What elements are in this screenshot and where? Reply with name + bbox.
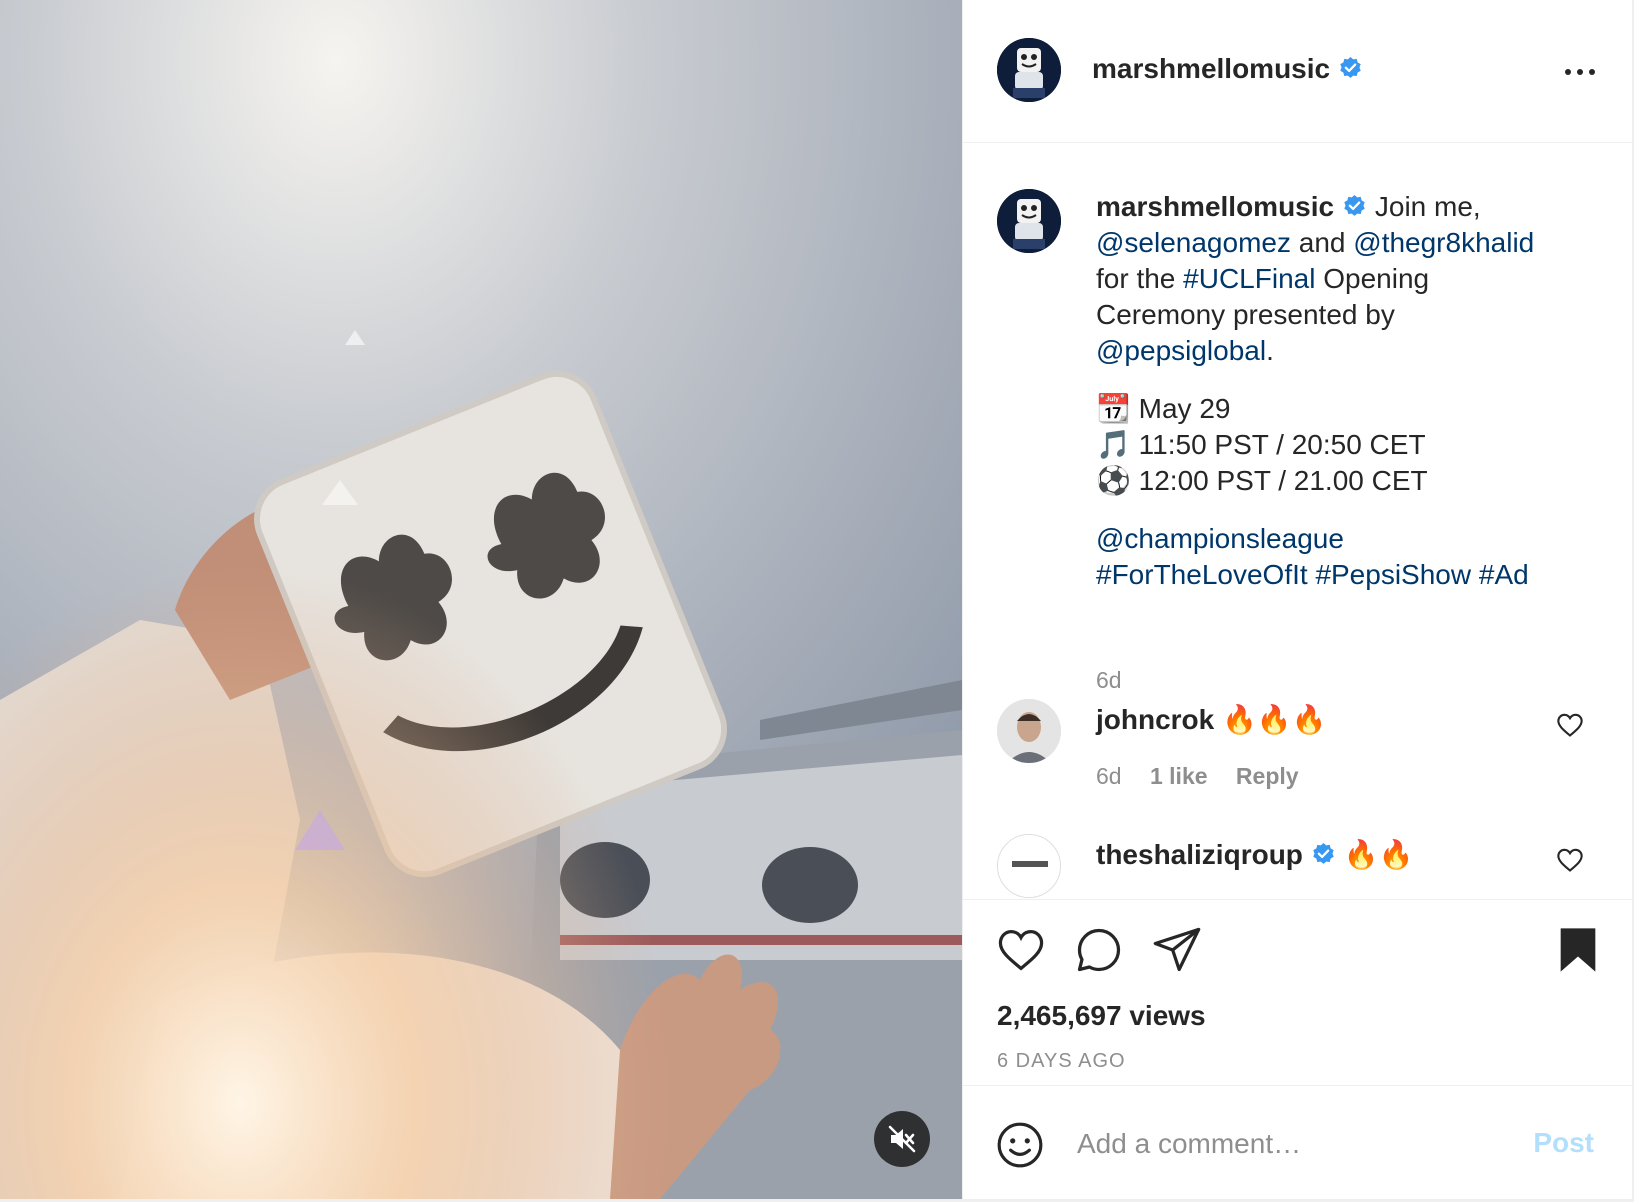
schedule-match-text: 12:00 PST / 21.00 CET xyxy=(1138,465,1428,496)
post-age[interactable]: 6 DAYS AGO xyxy=(997,1050,1126,1073)
schedule-line-date: 📆 May 29 xyxy=(1096,391,1566,427)
commenter-username[interactable]: johncrok xyxy=(1096,704,1214,735)
post-details-panel: marshmellomusic marshmellomusic Join me,… xyxy=(962,0,1632,1199)
comment-likes-count[interactable]: 1 like xyxy=(1150,763,1208,789)
video-frame-illustration xyxy=(0,0,962,1199)
user-avatar-image xyxy=(998,835,1060,897)
caption-word: for the xyxy=(1096,263,1176,294)
emoji-smiley-icon[interactable] xyxy=(995,1120,1045,1170)
views-count[interactable]: 2,465,697 views xyxy=(997,1000,1206,1032)
soccer-ball-icon: ⚽ xyxy=(1096,465,1131,496)
mute-toggle-button[interactable] xyxy=(874,1111,930,1167)
heart-icon[interactable] xyxy=(1556,711,1584,739)
caption-lead: Join me, xyxy=(1374,191,1481,222)
caption-word: and xyxy=(1298,227,1346,258)
author-username-text[interactable]: marshmellomusic xyxy=(1092,53,1330,84)
reply-button[interactable]: Reply xyxy=(1236,763,1299,789)
user-avatar-image xyxy=(997,699,1061,763)
commenter-username[interactable]: theshaliziqroup xyxy=(1096,839,1303,870)
author-username[interactable]: marshmellomusic xyxy=(1092,50,1363,88)
music-note-icon: 🎵 xyxy=(1096,429,1131,460)
mention-link[interactable]: @pepsiglobal xyxy=(1096,335,1266,366)
commenter-avatar[interactable] xyxy=(997,699,1061,763)
comment-body: johncrok 🔥🔥🔥 xyxy=(1096,701,1327,739)
comment-text: 🔥🔥🔥 xyxy=(1222,704,1327,735)
like-heart-icon[interactable] xyxy=(995,924,1047,976)
comments-list[interactable]: marshmellomusic Join me, @selenagomez an… xyxy=(963,144,1632,899)
caption-author-avatar[interactable] xyxy=(997,189,1061,253)
marshmello-avatar-image xyxy=(997,38,1061,102)
add-comment-input[interactable] xyxy=(1075,1116,1495,1172)
more-dot-icon xyxy=(1589,69,1595,75)
hashtag-link[interactable]: #Ad xyxy=(1479,559,1529,590)
calendar-icon: 📆 xyxy=(1096,393,1131,424)
mention-link[interactable]: @championsleague xyxy=(1096,523,1344,554)
caption-timestamp[interactable]: 6d xyxy=(1096,667,1122,694)
hashtag-link[interactable]: #UCLFinal xyxy=(1183,263,1315,294)
caption-word: Ceremony presented by xyxy=(1096,299,1395,330)
hashtag-link[interactable]: #ForTheLoveOfIt xyxy=(1096,559,1308,590)
post-modal-frame: marshmellomusic marshmellomusic Join me,… xyxy=(0,0,1634,1202)
share-paper-plane-icon[interactable] xyxy=(1151,924,1203,976)
verified-badge-icon xyxy=(1340,57,1361,78)
schedule-music-text: 11:50 PST / 20:50 CET xyxy=(1138,429,1426,460)
more-dot-icon xyxy=(1565,69,1571,75)
action-bar: 2,465,697 views 6 DAYS AGO xyxy=(963,899,1632,1085)
bookmark-saved-icon[interactable] xyxy=(1552,924,1604,976)
commenter-avatar[interactable] xyxy=(997,834,1061,898)
more-options-button[interactable] xyxy=(1560,58,1600,86)
muted-speaker-icon xyxy=(888,1125,916,1153)
schedule-line-music: 🎵 11:50 PST / 20:50 CET xyxy=(1096,427,1566,463)
marshmello-avatar-image xyxy=(997,189,1061,253)
mention-link[interactable]: @thegr8khalid xyxy=(1353,227,1534,258)
comment-meta: 6d 1 like Reply xyxy=(1096,763,1321,790)
schedule-line-match: ⚽ 12:00 PST / 21.00 CET xyxy=(1096,463,1566,499)
post-comment-button[interactable]: Post xyxy=(1527,1126,1600,1160)
verified-badge-icon xyxy=(1313,843,1334,864)
caption-text: marshmellomusic Join me, @selenagomez an… xyxy=(1096,189,1566,593)
hashtag-link[interactable]: #PepsiShow xyxy=(1315,559,1471,590)
caption-username[interactable]: marshmellomusic xyxy=(1096,191,1334,222)
comment-timestamp[interactable]: 6d xyxy=(1096,763,1122,789)
verified-badge-icon xyxy=(1344,195,1365,216)
caption-punctuation: . xyxy=(1266,335,1274,366)
comment-body: theshaliziqroup 🔥🔥 xyxy=(1096,836,1413,874)
post-video[interactable] xyxy=(0,0,962,1199)
post-container: marshmellomusic marshmellomusic Join me,… xyxy=(0,0,1632,1199)
schedule-date-text: May 29 xyxy=(1138,393,1231,424)
post-header: marshmellomusic xyxy=(963,0,1632,143)
mention-link[interactable]: @selenagomez xyxy=(1096,227,1291,258)
add-comment-bar: Post xyxy=(963,1085,1632,1199)
comment-bubble-icon[interactable] xyxy=(1073,924,1125,976)
comment-text: 🔥🔥 xyxy=(1343,839,1414,870)
more-dot-icon xyxy=(1577,69,1583,75)
caption-word: Opening xyxy=(1323,263,1430,294)
author-avatar[interactable] xyxy=(997,38,1061,102)
heart-icon[interactable] xyxy=(1556,846,1584,874)
